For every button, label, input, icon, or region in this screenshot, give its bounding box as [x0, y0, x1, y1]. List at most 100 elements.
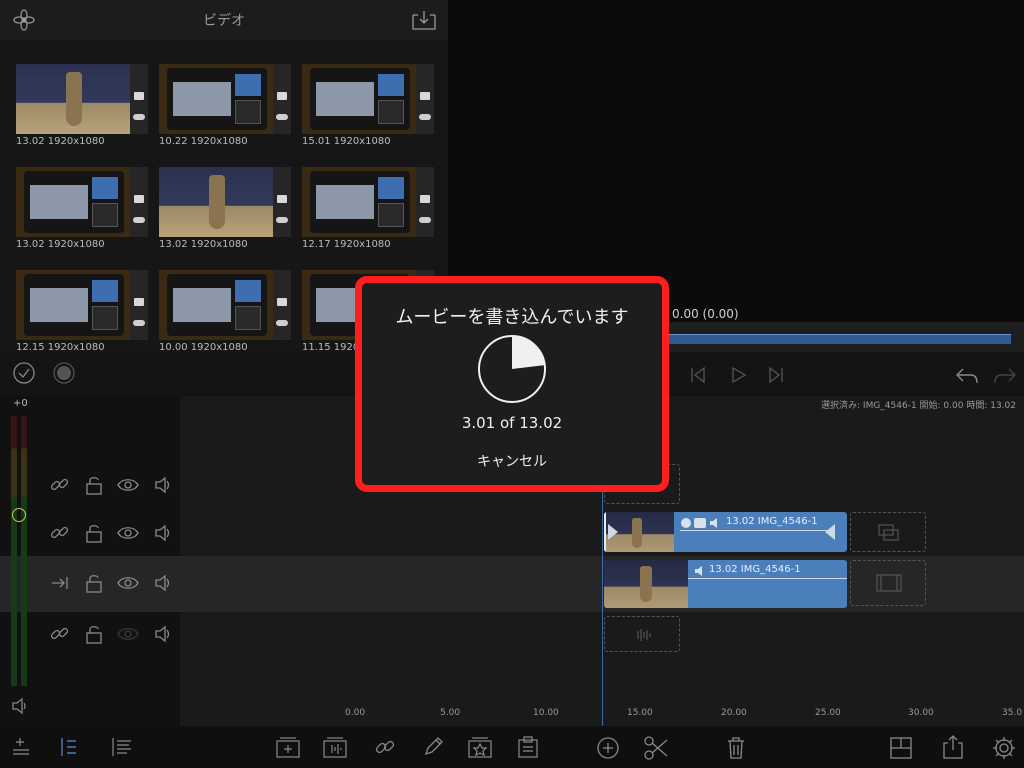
audio-clip-label: 13.02 IMG_4546-1: [709, 564, 801, 575]
thumbnail-badges: [416, 167, 434, 237]
thumbnail-badges: [416, 64, 434, 134]
share-icon[interactable]: [940, 733, 966, 761]
film-icon: [277, 195, 287, 203]
track-list-icon[interactable]: [58, 735, 80, 759]
unlock-icon[interactable]: [82, 623, 106, 645]
pencil-icon[interactable]: [420, 734, 446, 760]
skip-back-icon[interactable]: [688, 364, 708, 386]
volume-knob[interactable]: [12, 508, 26, 522]
trim-left-handle[interactable]: [608, 524, 618, 540]
media-thumbnail[interactable]: 13.02 1920x1080: [16, 64, 148, 154]
media-thumbnail[interactable]: 13.02 1920x1080: [159, 167, 291, 257]
empty-slot[interactable]: [850, 560, 926, 606]
cloud-icon: [276, 114, 288, 120]
audio-meter: [11, 416, 29, 686]
link-icon[interactable]: [48, 623, 72, 645]
clipboard-icon[interactable]: [514, 733, 542, 761]
speaker-icon[interactable]: [10, 696, 30, 716]
speaker-icon[interactable]: [152, 623, 176, 645]
ruler-tick-label: 10.00: [533, 708, 559, 718]
eye-icon[interactable]: [116, 474, 140, 496]
trash-icon[interactable]: [724, 734, 748, 762]
thumbnail-image: [16, 270, 130, 340]
waveform-list-icon[interactable]: [110, 735, 134, 759]
speaker-small-icon: [695, 566, 702, 576]
speaker-icon[interactable]: [152, 572, 176, 594]
thumbnail-image: [159, 64, 273, 134]
ruler-tick-label: 0.00: [345, 708, 366, 718]
media-thumbnail[interactable]: 10.22 1920x1080: [159, 64, 291, 154]
thumbnail-image: [159, 167, 273, 237]
redo-icon[interactable]: [992, 364, 1018, 386]
cancel-button[interactable]: キャンセル: [462, 451, 562, 471]
media-thumbnail[interactable]: 10.00 1920x1080: [159, 270, 291, 360]
speaker-icon[interactable]: [152, 522, 176, 544]
unlock-icon[interactable]: [82, 522, 106, 544]
eye-icon[interactable]: [116, 572, 140, 594]
layout-icon[interactable]: [888, 735, 914, 761]
unlock-icon[interactable]: [82, 572, 106, 594]
trim-right-handle[interactable]: [825, 524, 835, 540]
film-icon: [134, 298, 144, 306]
media-thumbnail[interactable]: 12.17 1920x1080: [302, 167, 434, 257]
ruler-tick-label: 20.00: [721, 708, 747, 718]
media-thumbnail[interactable]: 13.02 1920x1080: [16, 167, 148, 257]
cloud-icon: [419, 114, 431, 120]
thumbnail-caption: 12.17 1920x1080: [302, 239, 391, 250]
add-track-icon[interactable]: [10, 735, 32, 759]
thumbnail-badges: [273, 270, 291, 340]
thumbnail-badges: [130, 64, 148, 134]
thumbnail-badges: [273, 167, 291, 237]
cloud-icon: [276, 320, 288, 326]
insert-clip-icon[interactable]: [274, 733, 302, 761]
favorite-clip-icon[interactable]: [466, 733, 494, 761]
arrow-right-icon[interactable]: [48, 572, 72, 594]
thumbnail-image: [159, 270, 273, 340]
preview-viewer: [448, 0, 1024, 322]
video-clip-label: 13.02 IMG_4546-1: [726, 516, 818, 527]
empty-slot[interactable]: [604, 616, 680, 652]
browser-title: ビデオ: [203, 13, 245, 29]
meter-level-label: +0: [13, 398, 28, 409]
thumbnail-image: [302, 167, 416, 237]
add-icon[interactable]: [595, 735, 621, 761]
media-thumbnail[interactable]: 12.15 1920x1080: [16, 270, 148, 360]
film-icon: [420, 92, 430, 100]
bottom-toolbar: [0, 726, 1024, 768]
cloud-icon: [133, 114, 145, 120]
clip-thumbnail: [604, 560, 688, 608]
link-icon[interactable]: [372, 734, 398, 760]
link-icon[interactable]: [48, 522, 72, 544]
undo-icon[interactable]: [954, 364, 980, 386]
clip-effect-icons: [681, 518, 717, 528]
import-icon[interactable]: [410, 8, 438, 32]
thumbnail-image: [16, 167, 130, 237]
unlock-icon[interactable]: [82, 474, 106, 496]
scissors-icon[interactable]: [642, 734, 670, 762]
link-icon[interactable]: [48, 474, 72, 496]
film-icon: [420, 195, 430, 203]
insert-audio-icon[interactable]: [321, 733, 349, 761]
eye-icon[interactable]: [116, 623, 140, 645]
export-progress-dialog: ムービーを書き込んでいます 3.01 of 13.02 キャンセル: [355, 276, 669, 492]
cloud-icon: [133, 320, 145, 326]
cloud-icon: [133, 217, 145, 223]
empty-slot[interactable]: [850, 512, 926, 552]
audio-clip[interactable]: 13.02 IMG_4546-1: [604, 560, 847, 608]
progress-text: 3.01 of 13.02: [461, 414, 563, 432]
check-icon[interactable]: [12, 361, 36, 385]
settings-icon[interactable]: [990, 734, 1018, 762]
video-clip[interactable]: 13.02 IMG_4546-1: [604, 512, 847, 552]
thumbnail-caption: 15.01 1920x1080: [302, 136, 391, 147]
record-icon[interactable]: [52, 361, 76, 385]
thumbnail-image: [16, 64, 130, 134]
thumbnail-caption: 10.22 1920x1080: [159, 136, 248, 147]
media-thumbnail[interactable]: 15.01 1920x1080: [302, 64, 434, 154]
play-icon[interactable]: [729, 364, 749, 386]
skip-forward-icon[interactable]: [766, 364, 786, 386]
eye-icon[interactable]: [116, 522, 140, 544]
film-icon: [134, 195, 144, 203]
thumbnail-caption: 13.02 1920x1080: [16, 239, 105, 250]
progress-slice: [512, 336, 545, 369]
speaker-icon[interactable]: [152, 474, 176, 496]
